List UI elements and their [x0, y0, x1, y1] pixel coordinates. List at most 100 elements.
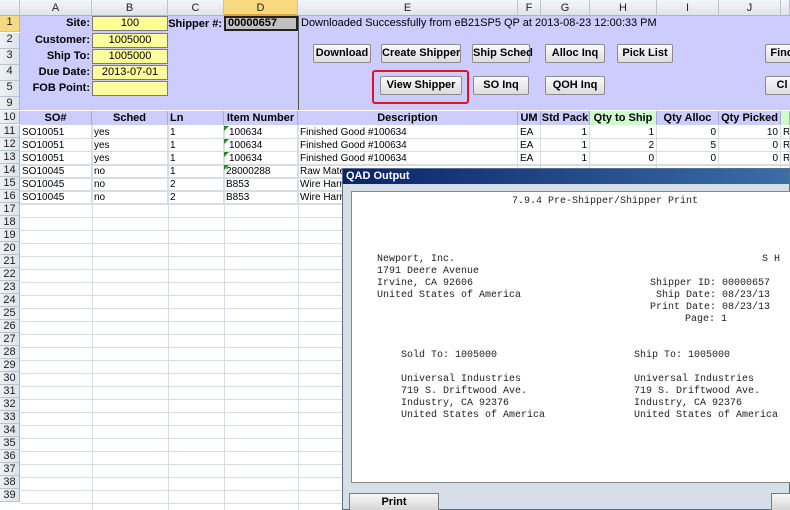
select-all-corner[interactable] [0, 0, 20, 16]
column-header-j[interactable]: J [719, 0, 781, 16]
col-item-number[interactable]: Item Number [224, 111, 298, 125]
row-header[interactable]: 23 [0, 281, 20, 294]
table-cell[interactable]: Finished Good #100634 [298, 152, 518, 165]
table-cell[interactable]: 1 [168, 165, 224, 178]
col-std-pack[interactable]: Std Pack [541, 111, 590, 125]
row-header[interactable]: 9 [0, 97, 20, 110]
table-cell[interactable]: no [92, 165, 168, 178]
duedate-field[interactable]: 2013-07-01 [92, 65, 168, 80]
column-header-g[interactable]: G [541, 0, 590, 16]
table-cell[interactable]: 1 [541, 139, 590, 152]
view-shipper-button[interactable]: View Shipper [380, 76, 462, 95]
table-cell[interactable]: no [92, 191, 168, 204]
table-cell[interactable]: EA [518, 139, 541, 152]
row-header[interactable]: 10 [0, 111, 20, 124]
row-header[interactable]: 14 [0, 164, 20, 177]
col-qty-picked[interactable]: Qty Picked [719, 111, 781, 125]
row-header[interactable]: 16 [0, 190, 20, 203]
column-header-i[interactable]: I [657, 0, 719, 16]
table-cell[interactable]: 100634 [224, 152, 298, 165]
row-header[interactable]: 21 [0, 255, 20, 268]
table-cell[interactable]: yes [92, 139, 168, 152]
table-cell[interactable]: 1 [541, 152, 590, 165]
table-cell[interactable]: SO10051 [20, 152, 92, 165]
qad-output-window[interactable]: QAD Output 7.9.4 Pre-Shipper/Shipper Pri… [342, 168, 790, 510]
column-header-d[interactable]: D [224, 0, 298, 16]
row-header[interactable]: 17 [0, 203, 20, 216]
row-header[interactable]: 18 [0, 216, 20, 229]
table-cell[interactable]: 2 [168, 178, 224, 191]
row-header[interactable]: 22 [0, 268, 20, 281]
row-header[interactable]: 28 [0, 346, 20, 359]
column-header-f[interactable]: F [518, 0, 541, 16]
table-cell[interactable]: 0 [719, 152, 781, 165]
row-header[interactable]: 27 [0, 333, 20, 346]
table-cell[interactable]: SO10045 [20, 178, 92, 191]
row-header[interactable]: 1 [0, 16, 20, 32]
col-k[interactable] [781, 111, 790, 125]
create-shipper-button[interactable]: Create Shipper [381, 44, 461, 63]
col-qty-alloc[interactable]: Qty Alloc [657, 111, 719, 125]
row-header[interactable]: 2 [0, 33, 20, 49]
row-header[interactable]: 32 [0, 398, 20, 411]
row-header[interactable]: 26 [0, 320, 20, 333]
alloc-inq-button[interactable]: Alloc Inq [545, 44, 605, 63]
table-cell[interactable]: R [781, 152, 790, 165]
close-button[interactable]: Cl [765, 76, 790, 95]
table-cell[interactable]: SO10045 [20, 165, 92, 178]
table-cell[interactable]: 0 [657, 126, 719, 139]
table-cell[interactable]: 1 [541, 126, 590, 139]
find-button[interactable]: Find [765, 44, 790, 63]
column-header-b[interactable]: B [92, 0, 168, 16]
row-header[interactable]: 36 [0, 450, 20, 463]
qad-output-titlebar[interactable]: QAD Output [343, 169, 789, 184]
shipto-field[interactable]: 1005000 [92, 49, 168, 64]
fob-field[interactable] [92, 81, 168, 96]
table-cell[interactable]: SO10045 [20, 191, 92, 204]
table-cell[interactable]: Finished Good #100634 [298, 126, 518, 139]
col-description[interactable]: Description [298, 111, 518, 125]
row-header[interactable]: 13 [0, 151, 20, 164]
row-header[interactable]: 39 [0, 489, 20, 502]
spreadsheet[interactable]: A B C D E F G H I J Site: 100 Customer: … [0, 0, 790, 510]
qad-report-view[interactable]: 7.9.4 Pre-Shipper/Shipper Print Newport,… [351, 191, 790, 483]
table-cell[interactable]: 1 [168, 126, 224, 139]
site-field[interactable]: 100 [92, 16, 168, 31]
table-cell[interactable]: 0 [719, 139, 781, 152]
table-cell[interactable]: R [781, 139, 790, 152]
download-button[interactable]: Download [313, 44, 371, 63]
table-cell[interactable]: 5 [657, 139, 719, 152]
row-header[interactable]: 34 [0, 424, 20, 437]
table-cell[interactable]: 1 [168, 152, 224, 165]
row-header[interactable]: 29 [0, 359, 20, 372]
column-header-c[interactable]: C [168, 0, 224, 16]
row-header[interactable]: 31 [0, 385, 20, 398]
table-cell[interactable]: 28000288 [224, 165, 298, 178]
table-cell[interactable]: EA [518, 152, 541, 165]
table-cell[interactable]: 100634 [224, 126, 298, 139]
print-button[interactable]: Print [349, 493, 439, 510]
table-cell[interactable]: R [781, 126, 790, 139]
row-header[interactable]: 24 [0, 294, 20, 307]
col-qty-to-ship[interactable]: Qty to Ship [590, 111, 657, 125]
table-cell[interactable]: 1 [168, 139, 224, 152]
col-um[interactable]: UM [518, 111, 541, 125]
secondary-button[interactable] [771, 493, 790, 510]
table-cell[interactable]: 2 [590, 139, 657, 152]
col-so[interactable]: SO# [20, 111, 92, 125]
table-cell[interactable]: B853 [224, 191, 298, 204]
table-cell[interactable]: SO10051 [20, 139, 92, 152]
row-header[interactable]: 37 [0, 463, 20, 476]
column-header-e[interactable]: E [298, 0, 518, 16]
pick-list-button[interactable]: Pick List [617, 44, 673, 63]
table-cell[interactable]: yes [92, 152, 168, 165]
table-cell[interactable]: 10 [719, 126, 781, 139]
table-cell[interactable]: 100634 [224, 139, 298, 152]
col-ln[interactable]: Ln [168, 111, 224, 125]
row-header[interactable]: 3 [0, 49, 20, 65]
so-inq-button[interactable]: SO Inq [473, 76, 529, 95]
row-header[interactable]: 11 [0, 125, 20, 138]
table-cell[interactable]: yes [92, 126, 168, 139]
customer-field[interactable]: 1005000 [92, 33, 168, 48]
table-cell[interactable]: 2 [168, 191, 224, 204]
